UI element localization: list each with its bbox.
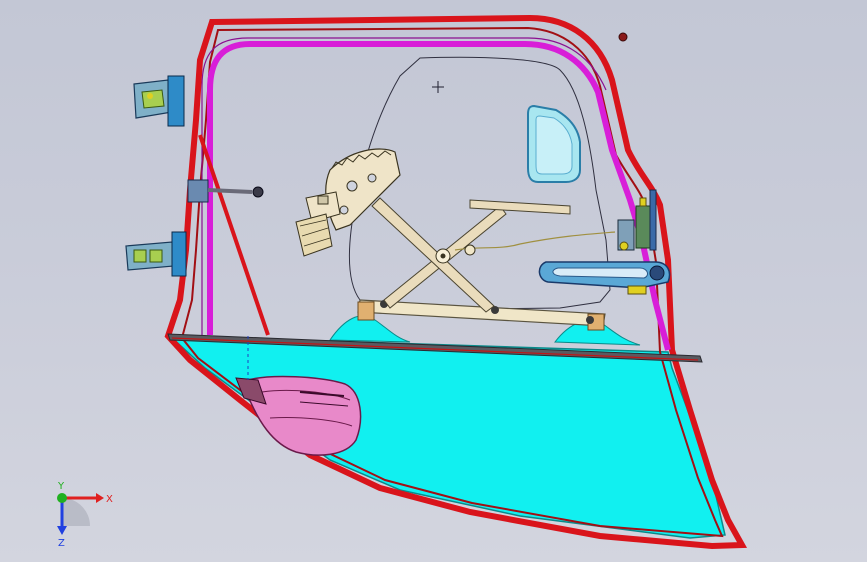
- y-axis-label: Y: [57, 481, 65, 492]
- reference-marker: [618, 32, 628, 42]
- speaker-housing[interactable]: [235, 375, 362, 456]
- regulator-pivot-center: [440, 253, 446, 259]
- x-axis-arrowhead: [96, 493, 104, 503]
- x-axis-label: X: [106, 494, 113, 505]
- coordinate-triad: X Y Z: [57, 481, 113, 548]
- sector-gear-hole-3: [339, 205, 349, 215]
- cable-clip: [464, 244, 476, 256]
- sector-gear-hole-1: [346, 180, 358, 192]
- upper-hinge[interactable]: [133, 75, 185, 127]
- door-assembly-model[interactable]: [0, 0, 867, 562]
- triad-shadow: [62, 498, 90, 526]
- door-latch[interactable]: [617, 189, 657, 251]
- z-axis-arrowhead: [57, 526, 67, 535]
- y-axis-dot: [57, 493, 67, 503]
- cad-viewport[interactable]: X Y Z: [0, 0, 867, 562]
- z-axis-label: Z: [58, 538, 65, 548]
- door-check[interactable]: [187, 179, 264, 203]
- sector-gear-hole-2: [367, 173, 377, 183]
- rail-bolt-3: [586, 316, 594, 324]
- regulator-upper-rail: [469, 199, 571, 215]
- lower-hinge[interactable]: [125, 231, 187, 277]
- rail-stop-left: [357, 301, 375, 321]
